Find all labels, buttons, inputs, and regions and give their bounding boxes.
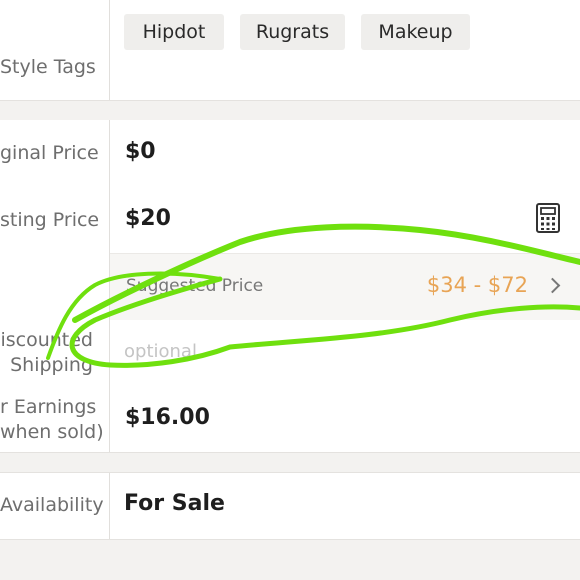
availability-label: Availability: [0, 494, 104, 516]
row-divider: [109, 0, 110, 100]
calculator-icon[interactable]: [536, 203, 560, 233]
listing-price-row: sting Price $20 Suggested Price $34 - $7…: [0, 186, 580, 321]
style-tags-row: Style Tags Hipdot Rugrats Makeup: [0, 0, 580, 101]
listing-price-value[interactable]: $20: [125, 206, 171, 231]
availability-row: Availability For Sale: [0, 472, 580, 540]
suggested-price-label: Suggested Price: [126, 276, 264, 296]
tag-makeup[interactable]: Makeup: [361, 14, 470, 50]
suggested-price-range: $34 - $72: [426, 273, 528, 297]
discounted-shipping-row: iscounted Shipping optional: [0, 320, 580, 387]
original-price-value[interactable]: $0: [125, 139, 156, 164]
chevron-right-icon: [544, 277, 561, 294]
discounted-shipping-input[interactable]: optional: [124, 341, 197, 362]
style-tags-label: Style Tags: [0, 56, 96, 78]
row-divider: [109, 473, 110, 539]
row-divider: [109, 320, 110, 386]
earnings-value: $16.00: [125, 405, 210, 430]
availability-value[interactable]: For Sale: [124, 491, 225, 516]
row-divider: [109, 386, 110, 452]
discounted-shipping-label-line1: iscounted: [0, 329, 93, 351]
listing-price-label: sting Price: [0, 209, 100, 231]
earnings-row: r Earnings when sold) $16.00: [0, 386, 580, 453]
earnings-label-line1: r Earnings: [0, 396, 97, 418]
tag-rugrats[interactable]: Rugrats: [240, 14, 345, 50]
row-divider: [109, 120, 110, 186]
discounted-shipping-label-line2: Shipping: [10, 354, 93, 376]
earnings-label-line2: when sold): [0, 421, 104, 443]
original-price-row: ginal Price $0: [0, 120, 580, 187]
original-price-label: ginal Price: [0, 142, 99, 164]
tag-hipdot[interactable]: Hipdot: [124, 14, 224, 50]
suggested-price-row[interactable]: Suggested Price $34 - $72: [110, 253, 580, 320]
